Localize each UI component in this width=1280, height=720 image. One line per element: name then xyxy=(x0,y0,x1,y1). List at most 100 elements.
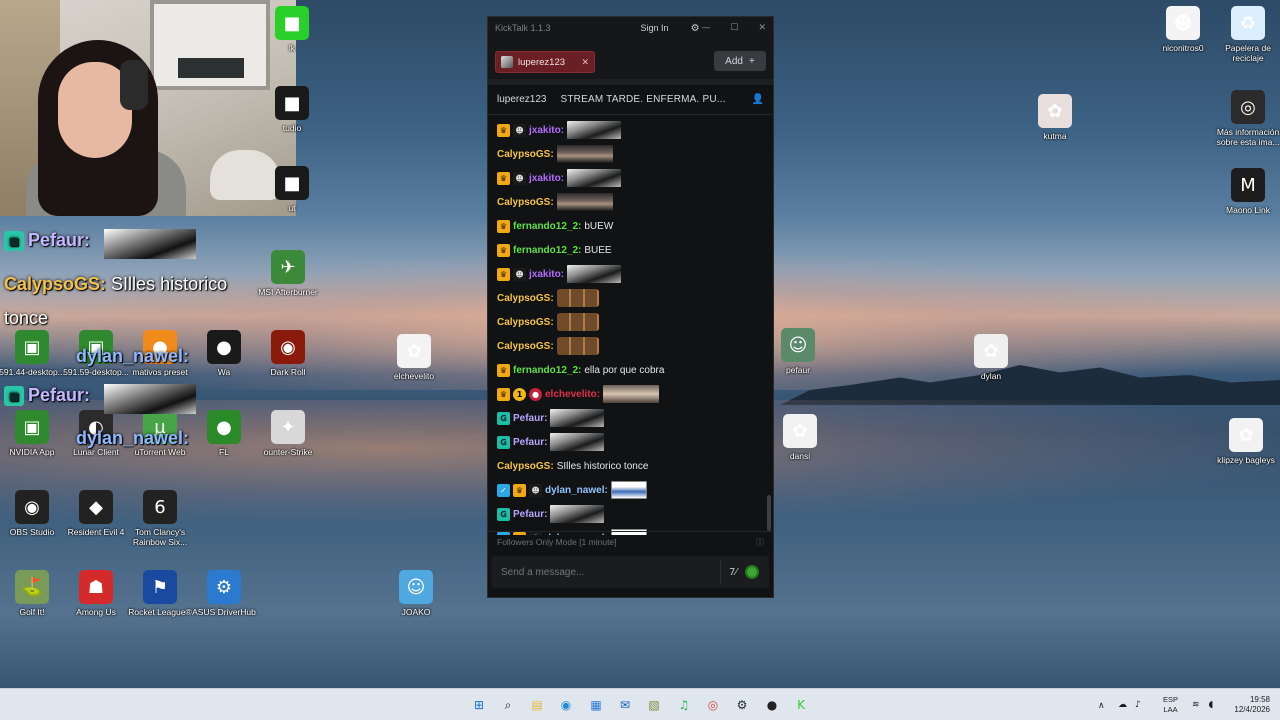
taskbar-kicktalk-icon[interactable]: K xyxy=(792,696,810,714)
message-input[interactable] xyxy=(501,566,712,578)
app-icon: ☗ xyxy=(79,570,113,604)
chat-username[interactable]: CalypsoGS: xyxy=(497,197,554,208)
taskbar-start-icon[interactable]: ⊞ xyxy=(470,696,488,714)
app-icon: ● xyxy=(207,330,241,364)
app-icon: ◆ xyxy=(79,490,113,524)
chat-message: ♛ ☻ jxakito: xyxy=(497,166,764,190)
maximize-icon[interactable]: ☐ xyxy=(730,23,738,33)
wifi-icon[interactable]: ≋ xyxy=(1192,700,1200,710)
desktop-icon[interactable]: ● FL xyxy=(186,410,262,457)
chat-username[interactable]: CalypsoGS: xyxy=(497,293,554,304)
desktop-icon[interactable]: ✿ klipzey bagleys xyxy=(1208,418,1280,465)
desktop-icon-label: elchevelito xyxy=(393,371,435,381)
crown-badge-icon: ♛ xyxy=(497,387,510,401)
emoji-picker-icon[interactable] xyxy=(745,565,759,579)
desktop-icon[interactable]: ☺ JOAKO xyxy=(378,570,454,617)
close-icon[interactable]: ✕ xyxy=(758,23,766,33)
desktop-icon[interactable]: ■ lk xyxy=(254,6,330,53)
sign-in-button[interactable]: Sign In xyxy=(641,23,669,33)
taskbar-chrome-icon[interactable]: ◎ xyxy=(704,696,722,714)
overlay-message: ◼ Pefaur: xyxy=(4,385,90,407)
chat-emote xyxy=(550,505,605,523)
desktop-icon[interactable]: ◎ Más información sobre esta ima... xyxy=(1210,90,1280,147)
og-badge-icon: G xyxy=(497,507,510,521)
overlay-text: tonce xyxy=(4,308,49,328)
desktop-icon-label: Papelera de reciclaje xyxy=(1225,43,1271,63)
chat-username[interactable]: fernando12_2: xyxy=(513,245,581,256)
chat-emote xyxy=(556,193,613,211)
network-icon[interactable]: ☁ xyxy=(1118,700,1127,710)
crown-badge-icon: ♛ xyxy=(513,483,526,497)
chat-username[interactable]: Pefaur: xyxy=(513,437,547,448)
gear-icon[interactable]: ⚙ xyxy=(691,23,700,34)
chat-username[interactable]: fernando12_2: xyxy=(513,221,581,232)
chat-messages: ♛ ☻ jxakito: CalypsoGS: ♛ ☻ jxakito: CalypsoGS:… xyxy=(488,115,773,535)
tab-close-icon[interactable]: ✕ xyxy=(581,57,589,68)
crown-badge-icon: ♛ xyxy=(497,171,510,185)
desktop-icon[interactable]: ✿ elchevelito xyxy=(376,334,452,381)
lang-layout: LAA xyxy=(1163,705,1178,714)
kick-emote-icon[interactable]: 7⁄ xyxy=(729,567,737,578)
chat-username[interactable]: dylan_nawel: xyxy=(545,485,608,496)
taskbar-game-icon[interactable]: ● xyxy=(763,696,781,714)
chat-username[interactable]: elchevelito: xyxy=(545,389,600,400)
language-indicator[interactable]: ESP LAA xyxy=(1163,695,1178,715)
taskbar: ⊞ ⌕ ▤ ◉ ▦ ✉ ▧ ♫ ◎ ⚙ ● K ∧ ☁ ♪ ESP LAA ≋ ◖ 19:58 12/… xyxy=(0,688,1280,720)
app-icon: ⚑ xyxy=(143,570,177,604)
app-icon: ■ xyxy=(275,166,309,200)
chat-username[interactable]: jxakito: xyxy=(529,269,564,280)
verified-badge-icon: ✓ xyxy=(497,483,510,497)
chat-username[interactable]: Pefaur: xyxy=(513,509,547,520)
sub-badge-icon: 1 xyxy=(513,387,526,401)
chat-username[interactable]: jxakito: xyxy=(529,173,564,184)
taskbar-gallery-icon[interactable]: ▧ xyxy=(645,696,663,714)
taskbar-store-icon[interactable]: ▦ xyxy=(587,696,605,714)
chat-text: SIlles historico tonce xyxy=(556,460,649,472)
desktop-icon[interactable]: ■ tudio xyxy=(254,86,330,133)
system-tray: ≋ ◖ xyxy=(1192,689,1213,720)
desktop-icon[interactable]: 6 Tom Clancy's Rainbow Six... xyxy=(122,490,198,547)
mask-badge-icon: ☻ xyxy=(513,267,526,281)
chat-text: ella por que cobra xyxy=(584,364,665,376)
taskbar-spotify-icon[interactable]: ♫ xyxy=(675,696,693,714)
desktop-icon[interactable]: ✿ kutma xyxy=(1017,94,1093,141)
app-icon: ◉ xyxy=(15,490,49,524)
desktop-icon[interactable]: ■ ut xyxy=(254,166,330,213)
chat-message: ♛ ☻ jxakito: xyxy=(497,262,764,286)
minimize-icon[interactable]: — xyxy=(701,23,710,33)
chat-username[interactable]: CalypsoGS: xyxy=(497,317,554,328)
chat-emote xyxy=(550,409,605,427)
desktop-icon-label: klipzey bagleys xyxy=(1217,455,1275,465)
chat-username[interactable]: CalypsoGS: xyxy=(497,149,554,160)
desktop-icon[interactable]: M Maono Link xyxy=(1210,168,1280,215)
tab-luperez123[interactable]: luperez123 ✕ xyxy=(495,51,595,73)
desktop-icon[interactable]: ✿ dylan xyxy=(953,334,1029,381)
desktop-icon[interactable]: ♻ Papelera de reciclaje xyxy=(1210,6,1280,63)
chat-username[interactable]: fernando12_2: xyxy=(513,365,581,376)
chat-username[interactable]: CalypsoGS: xyxy=(497,461,554,472)
clock[interactable]: 19:58 12/4/2026 xyxy=(1222,695,1270,715)
taskbar-file-explorer-icon[interactable]: ▤ xyxy=(528,696,546,714)
chat-username[interactable]: Pefaur: xyxy=(513,413,547,424)
overlay-message: dylan_nawel: xyxy=(76,428,189,449)
taskbar-outlook-icon[interactable]: ✉ xyxy=(616,696,634,714)
add-channel-button[interactable]: Add + xyxy=(714,51,766,71)
chat-emote xyxy=(567,265,622,283)
app-icon: M xyxy=(1231,168,1265,202)
info-icon[interactable]: ⓘ xyxy=(756,537,764,548)
add-label: Add xyxy=(725,55,743,67)
taskbar-steam-icon[interactable]: ⚙ xyxy=(733,696,751,714)
microphone-icon[interactable]: ♪ xyxy=(1135,700,1141,710)
volume-icon[interactable]: ◖ xyxy=(1209,700,1214,710)
chat-username[interactable]: jxakito: xyxy=(529,125,564,136)
chat-username[interactable]: CalypsoGS: xyxy=(497,341,554,352)
tray-chevron-icon[interactable]: ∧ xyxy=(1098,689,1105,720)
desktop-icon[interactable]: ● Wa xyxy=(186,330,262,377)
taskbar-search-icon[interactable]: ⌕ xyxy=(499,696,517,714)
user-icon[interactable]: 👤 xyxy=(752,94,764,105)
desktop-icon[interactable]: ⚙ ASUS DriverHub xyxy=(186,570,262,617)
chat-scrollbar[interactable] xyxy=(767,495,771,531)
desktop-icon[interactable]: ✈ MSI Afterburner xyxy=(250,250,326,297)
kicktalk-window: KickTalk 1.1.3 Sign In ⚙ — ☐ ✕ luperez12… xyxy=(487,16,774,598)
taskbar-edge-icon[interactable]: ◉ xyxy=(557,696,575,714)
